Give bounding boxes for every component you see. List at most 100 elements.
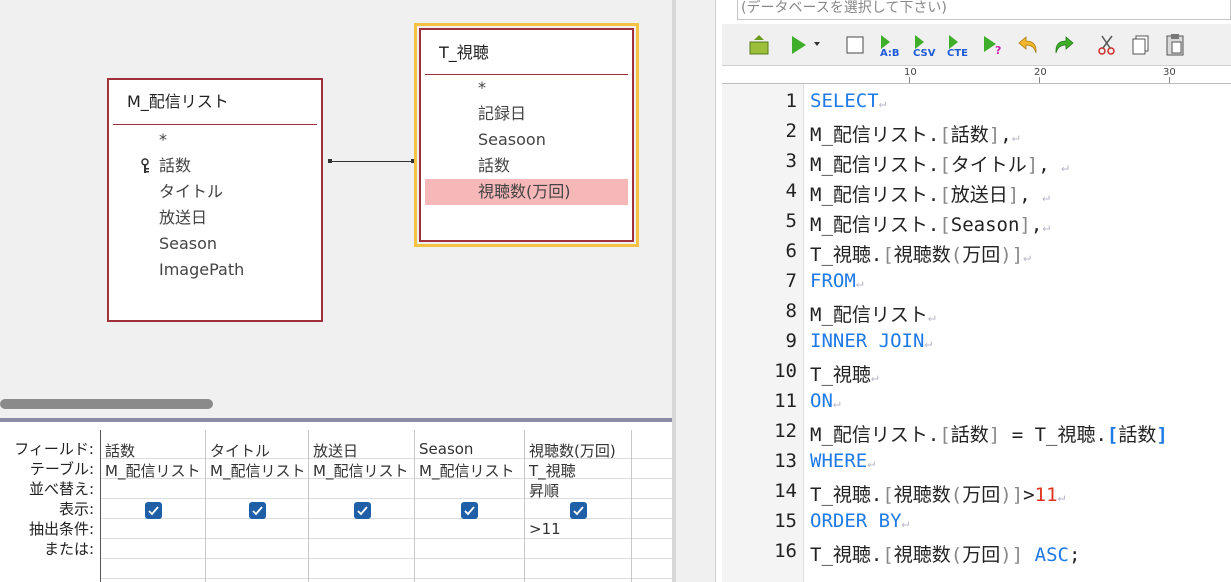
svg-text:?: ? bbox=[995, 44, 1001, 57]
line-number: 6 bbox=[785, 240, 797, 262]
field-label: * bbox=[478, 78, 486, 97]
cte-icon[interactable]: CTE bbox=[946, 32, 972, 58]
field-item[interactable]: 話数 bbox=[425, 153, 628, 179]
grid-column[interactable]: タイトル M_配信リスト bbox=[206, 430, 309, 582]
grid-cell-field[interactable]: Season bbox=[415, 440, 524, 458]
code-line[interactable]: M_配信リスト.[話数],↵ bbox=[810, 120, 1020, 147]
grid-cell-table[interactable]: M_配信リスト bbox=[101, 460, 205, 481]
field-item[interactable]: タイトル bbox=[109, 179, 321, 205]
sql-text-editor[interactable]: 1 2 3 4 5 6 7 8 9 10 11 12 13 14 15 16 S… bbox=[722, 84, 1231, 582]
line-number: 13 bbox=[774, 450, 797, 472]
line-number: 7 bbox=[785, 270, 797, 292]
paste-icon[interactable] bbox=[1162, 32, 1188, 58]
grid-column-empty[interactable] bbox=[632, 430, 673, 582]
grid-column[interactable]: 話数 M_配信リスト bbox=[101, 430, 206, 582]
code-line[interactable]: T_視聴.[視聴数(万回)]↵ bbox=[810, 240, 1031, 267]
table-m-haishin-list[interactable]: M_配信リスト * 話数 タイトル 放送日 Season ImagePath bbox=[107, 78, 323, 322]
show-checkbox[interactable] bbox=[461, 502, 478, 519]
grid-cell-criteria[interactable]: >11 bbox=[525, 520, 631, 538]
grid-cell-field[interactable]: 視聴数(万回) bbox=[525, 440, 631, 461]
line-number: 5 bbox=[785, 210, 797, 232]
grid-cell-field[interactable]: タイトル bbox=[206, 440, 308, 461]
show-checkbox[interactable] bbox=[570, 502, 587, 519]
line-number: 8 bbox=[785, 300, 797, 322]
grid-row-labels: フィールド: テーブル: 並べ替え: 表示: 抽出条件: または: bbox=[0, 422, 100, 582]
grid-cell-table[interactable]: M_配信リスト bbox=[206, 460, 308, 481]
line-number: 1 bbox=[785, 90, 797, 112]
code-line[interactable]: FROM↵ bbox=[810, 270, 864, 292]
field-label: ImagePath bbox=[159, 260, 245, 279]
join-end-left bbox=[328, 159, 332, 163]
table-title: T_視聴 bbox=[439, 43, 489, 62]
field-label: 記録日 bbox=[478, 104, 527, 123]
code-line[interactable]: M_配信リスト.[放送日], ↵ bbox=[810, 180, 1050, 207]
line-number-gutter: 1 2 3 4 5 6 7 8 9 10 11 12 13 14 15 16 bbox=[722, 84, 804, 582]
copy-icon[interactable] bbox=[1128, 32, 1154, 58]
code-line[interactable]: M_配信リスト↵ bbox=[810, 300, 936, 327]
code-line[interactable]: SELECT↵ bbox=[810, 90, 886, 112]
undo-icon[interactable] bbox=[1016, 32, 1042, 58]
line-number: 15 bbox=[774, 510, 797, 532]
field-item[interactable]: ImagePath bbox=[109, 257, 321, 283]
row-label-show: 表示: bbox=[58, 500, 94, 518]
explain-icon[interactable]: ? bbox=[980, 32, 1006, 58]
grid-cell-table[interactable]: T_視聴 bbox=[525, 460, 631, 481]
check-icon bbox=[464, 506, 475, 516]
code-line[interactable]: ON↵ bbox=[810, 390, 841, 412]
grid-cell-table[interactable]: M_配信リスト bbox=[415, 460, 524, 481]
code-line[interactable]: T_視聴.[視聴数(万回)]>11↵ bbox=[810, 480, 1065, 507]
line-number: 9 bbox=[785, 330, 797, 352]
check-icon bbox=[148, 506, 159, 516]
field-item-selected[interactable]: 視聴数(万回) bbox=[425, 179, 628, 205]
join-relation-line[interactable] bbox=[328, 159, 415, 163]
grid-column[interactable]: 放送日 M_配信リスト bbox=[309, 430, 415, 582]
show-checkbox[interactable] bbox=[354, 502, 371, 519]
cut-icon[interactable] bbox=[1094, 32, 1120, 58]
code-line[interactable]: WHERE↵ bbox=[810, 450, 875, 472]
code-line[interactable]: T_視聴.[視聴数(万回)] ASC; bbox=[810, 540, 1080, 567]
grid-cell-table[interactable]: M_配信リスト bbox=[309, 460, 414, 481]
field-item[interactable]: Season bbox=[109, 231, 321, 257]
svg-text:A:B: A:B bbox=[880, 48, 900, 58]
table-t-shichou[interactable]: T_視聴 * 記録日 Seasoon 話数 視聴数(万回) bbox=[419, 28, 634, 242]
row-label-field: フィールド: bbox=[14, 440, 94, 458]
show-checkbox[interactable] bbox=[249, 502, 266, 519]
field-item[interactable]: 話数 bbox=[109, 153, 321, 179]
check-icon bbox=[357, 506, 368, 516]
code-line[interactable]: ORDER BY↵ bbox=[810, 510, 909, 532]
line-number: 3 bbox=[785, 150, 797, 172]
csv-icon[interactable]: CSV bbox=[912, 32, 938, 58]
design-grid[interactable]: フィールド: テーブル: 並べ替え: 表示: 抽出条件: または: 話数 M_配… bbox=[0, 422, 673, 582]
diagram-horizontal-scrollbar[interactable] bbox=[0, 397, 672, 411]
stop-icon[interactable] bbox=[842, 32, 868, 58]
grid-cell-field[interactable]: 放送日 bbox=[309, 440, 414, 461]
run-dropdown-icon[interactable] bbox=[788, 32, 826, 58]
field-item[interactable]: * bbox=[109, 127, 321, 153]
grid-cell-sort[interactable]: 昇順 bbox=[525, 480, 631, 501]
grid-table[interactable]: 話数 M_配信リスト タイトル M_配信リスト 放送日 M_配信リスト Seas… bbox=[100, 430, 673, 582]
redo-icon[interactable] bbox=[1050, 32, 1076, 58]
row-label-criteria: 抽出条件: bbox=[28, 520, 94, 538]
database-select[interactable]: (データベースを選択して下さい) bbox=[737, 0, 1231, 20]
format-ab-icon[interactable]: A:B bbox=[878, 32, 904, 58]
grid-cell-field[interactable]: 話数 bbox=[101, 440, 205, 461]
code-line[interactable]: M_配信リスト.[Season],↵ bbox=[810, 210, 1050, 237]
field-label: 放送日 bbox=[159, 208, 208, 227]
code-line[interactable]: T_視聴↵ bbox=[810, 360, 879, 387]
code-line[interactable]: M_配信リスト.[タイトル], ↵ bbox=[810, 150, 1069, 177]
show-checkbox[interactable] bbox=[145, 502, 162, 519]
scrollbar-thumb[interactable] bbox=[0, 399, 213, 409]
grid-column[interactable]: Season M_配信リスト bbox=[415, 430, 525, 582]
line-number: 2 bbox=[785, 120, 797, 142]
field-item[interactable]: * bbox=[425, 75, 628, 101]
code-line[interactable]: M_配信リスト.[話数] = T_視聴.[話数] bbox=[810, 420, 1168, 447]
field-label: Season bbox=[159, 234, 218, 253]
field-item[interactable]: Seasoon bbox=[425, 127, 628, 153]
grid-column[interactable]: 視聴数(万回) T_視聴 昇順 >11 bbox=[525, 430, 632, 582]
line-number: 16 bbox=[774, 540, 797, 562]
table-diagram-area[interactable]: M_配信リスト * 話数 タイトル 放送日 Season ImagePath T… bbox=[0, 0, 672, 392]
code-line[interactable]: INNER JOIN↵ bbox=[810, 330, 932, 352]
open-db-icon[interactable] bbox=[746, 32, 772, 58]
field-item[interactable]: 放送日 bbox=[109, 205, 321, 231]
field-item[interactable]: 記録日 bbox=[425, 101, 628, 127]
